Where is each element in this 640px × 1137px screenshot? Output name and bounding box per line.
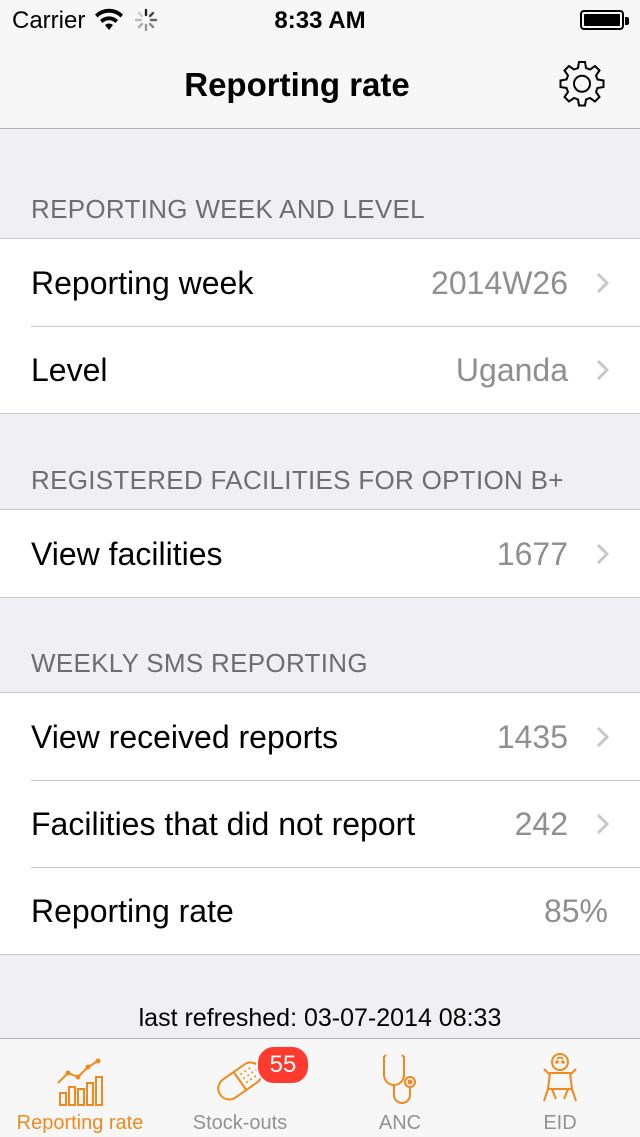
row-label: Level bbox=[31, 352, 108, 388]
page-title: Reporting rate bbox=[184, 66, 410, 103]
row-label: View facilities bbox=[31, 536, 223, 572]
section-header-week-level: REPORTING WEEK AND LEVEL bbox=[31, 194, 425, 224]
last-refreshed-label: last refreshed: 03-07-2014 08:33 bbox=[138, 1004, 502, 1032]
row-value: 2014W26 bbox=[431, 265, 568, 301]
bar-chart-icon bbox=[57, 1058, 103, 1106]
facilities-not-reported-row[interactable]: Facilities that did not report 242 bbox=[0, 780, 640, 867]
tab-label: EID bbox=[543, 1112, 577, 1134]
chevron-right-icon bbox=[596, 359, 610, 381]
chevron-right-icon bbox=[596, 543, 610, 565]
baby-icon bbox=[543, 1053, 577, 1102]
chevron-right-icon bbox=[596, 726, 610, 748]
row-label: Reporting rate bbox=[31, 893, 234, 929]
tab-reporting-rate[interactable]: Reporting rate bbox=[0, 1039, 160, 1137]
row-value: 85% bbox=[543, 893, 608, 929]
row-label: Reporting week bbox=[31, 265, 254, 301]
row-value: Uganda bbox=[455, 352, 568, 388]
chevron-right-icon bbox=[596, 813, 610, 835]
week-level-group: Reporting week 2014W26 Level Uganda bbox=[0, 238, 640, 414]
chevron-right-icon bbox=[596, 272, 610, 294]
view-facilities-row[interactable]: View facilities 1677 bbox=[0, 510, 640, 597]
row-value: 1435 bbox=[496, 719, 568, 755]
tab-eid[interactable]: EID bbox=[480, 1039, 640, 1137]
stethoscope-icon bbox=[383, 1054, 416, 1104]
row-value: 242 bbox=[514, 806, 568, 842]
tab-anc[interactable]: ANC bbox=[320, 1039, 480, 1137]
reporting-week-row[interactable]: Reporting week 2014W26 bbox=[0, 239, 640, 326]
row-value: 1677 bbox=[496, 536, 568, 572]
level-row[interactable]: Level Uganda bbox=[0, 326, 640, 413]
section-header-weekly-sms: WEEKLY SMS REPORTING bbox=[31, 648, 368, 678]
status-time: 8:33 AM bbox=[274, 7, 366, 34]
navigation-bar: Reporting rate bbox=[0, 40, 640, 129]
gear-icon[interactable] bbox=[556, 58, 608, 110]
reporting-rate-row: Reporting rate 85% bbox=[0, 867, 640, 954]
tab-label: Stock-outs bbox=[192, 1112, 288, 1134]
registered-facilities-group: View facilities 1677 bbox=[0, 509, 640, 598]
tab-label: ANC bbox=[378, 1112, 422, 1134]
battery-icon bbox=[580, 10, 629, 30]
status-bar: Carrier 8:33 AM bbox=[0, 0, 640, 40]
row-label: Facilities that did not report bbox=[31, 806, 416, 842]
weekly-sms-group: View received reports 1435 Facilities th… bbox=[0, 692, 640, 955]
section-header-registered-facilities: REGISTERED FACILITIES FOR OPTION B+ bbox=[31, 465, 564, 495]
view-received-reports-row[interactable]: View received reports 1435 bbox=[0, 693, 640, 780]
tab-bar: Reporting rate Stock-outs ANC EID bbox=[0, 1038, 640, 1137]
row-label: View received reports bbox=[31, 719, 339, 755]
tab-label: Reporting rate bbox=[16, 1112, 144, 1134]
stock-outs-badge: 55 bbox=[256, 1045, 310, 1085]
